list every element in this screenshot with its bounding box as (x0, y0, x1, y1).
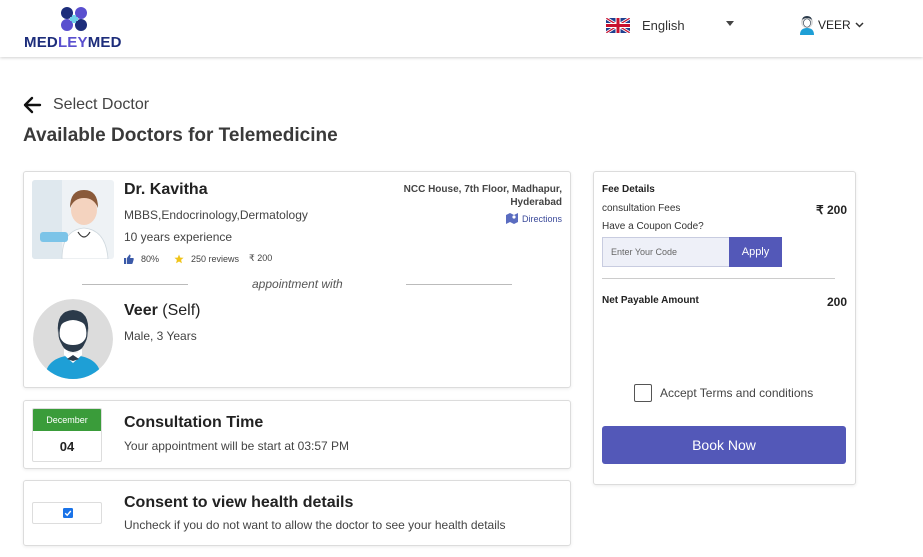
consent-checkbox[interactable] (32, 502, 102, 524)
divider-left (82, 284, 188, 285)
accept-terms[interactable]: Accept Terms and conditions (634, 384, 813, 402)
doctor-stats: 80% 250 reviews ₹ 200 (124, 253, 272, 264)
thumbs-up-icon (124, 254, 134, 264)
arrow-left-icon[interactable] (22, 96, 42, 114)
net-payable-amount: 200 (826, 295, 847, 309)
chevron-down-icon (855, 22, 864, 28)
user-menu[interactable]: VEER (798, 14, 864, 36)
doctor-card: Dr. Kavitha MBBS,Endocrinology,Dermatolo… (23, 171, 571, 388)
breadcrumb: Select Doctor (53, 96, 150, 113)
book-now-button[interactable]: Book Now (602, 426, 846, 464)
appointment-with-label: appointment with (252, 277, 343, 291)
user-icon (800, 16, 814, 35)
language-selector[interactable]: English (606, 14, 734, 36)
apply-coupon-button[interactable]: Apply (729, 237, 782, 267)
consultation-time-card: December 04 Consultation Time Your appoi… (23, 400, 571, 469)
caret-down-icon (726, 21, 734, 26)
language-label: English (642, 17, 685, 33)
doctor-fee: ₹ 200 (249, 253, 273, 263)
logo-cross-icon (61, 7, 87, 31)
medleymed-logo[interactable]: MEDLEYMED (24, 6, 128, 51)
star-icon (174, 254, 184, 263)
consent-card: Consent to view health details Uncheck i… (23, 480, 571, 546)
user-name: VEER (818, 18, 851, 32)
doctor-photo (32, 180, 114, 259)
consultation-fee-label: consultation Fees (602, 203, 681, 214)
patient-info: Male, 3 Years (124, 329, 197, 343)
patient-avatar (33, 299, 113, 379)
calendar-date: December 04 (32, 408, 102, 462)
consultation-fee-amount: ₹ 200 (816, 203, 847, 217)
doctor-rating: 80% (141, 253, 160, 264)
map-icon (505, 213, 518, 224)
checkmark-icon (63, 508, 73, 518)
coupon-input[interactable] (602, 237, 729, 267)
doctor-specialization: MBBS,Endocrinology,Dermatology (124, 208, 308, 222)
terms-checkbox[interactable] (634, 384, 652, 402)
doctor-reviews: 250 reviews (191, 253, 240, 264)
fee-details-title: Fee Details (602, 184, 655, 195)
net-payable-label: Net Payable Amount (602, 295, 699, 306)
calendar-day: 04 (59, 439, 75, 454)
consent-subtitle: Uncheck if you do not want to allow the … (124, 518, 506, 532)
divider-right (406, 284, 512, 285)
coupon-question: Have a Coupon Code? (602, 221, 704, 232)
consultation-title: Consultation Time (124, 414, 264, 431)
consent-title: Consent to view health details (124, 494, 354, 511)
directions-label: Directions (521, 213, 562, 224)
page-title: Available Doctors for Telemedicine (23, 125, 338, 146)
terms-label: Accept Terms and conditions (660, 386, 814, 400)
doctor-experience: 10 years experience (124, 230, 233, 244)
uk-flag-icon (606, 17, 630, 33)
fee-divider (602, 278, 835, 279)
patient-name: Veer (Self) (124, 302, 201, 319)
consultation-subtitle: Your appointment will be start at 03:57 … (124, 439, 350, 453)
directions-link[interactable]: Directions (505, 213, 562, 224)
clinic-address: NCC House, 7th Floor, Madhapur, Hyderaba… (403, 184, 562, 208)
top-header: MEDLEYMED English VEER (0, 0, 923, 57)
doctor-name: Dr. Kavitha (124, 181, 208, 198)
fee-details-card: Fee Details consultation Fees ₹ 200 Have… (593, 171, 856, 485)
calendar-month: December (33, 409, 101, 431)
logo-text: MEDLEYMED (24, 34, 122, 51)
